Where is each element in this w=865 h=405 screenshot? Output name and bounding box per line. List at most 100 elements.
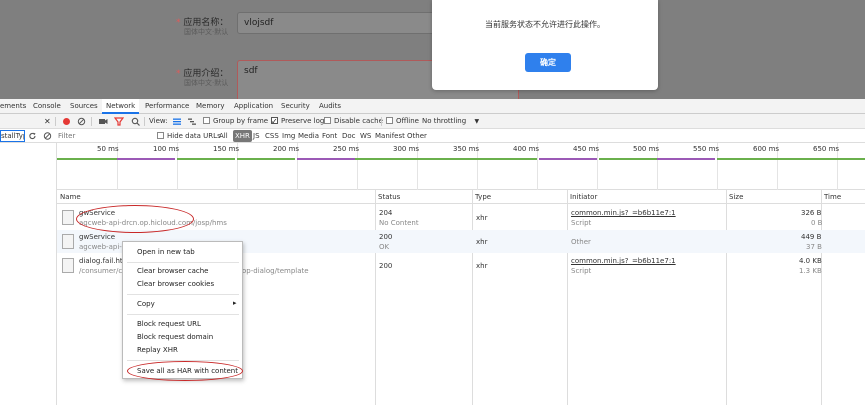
block-icon[interactable] [43,129,52,143]
disable-cache-checkbox[interactable]: Disable cache [324,114,383,129]
tab-sources[interactable]: Sources [70,99,98,114]
table-row[interactable]: gwService agcweb-api-drcn.op.hicloud.com… [57,206,865,229]
tab-network[interactable]: Network [102,99,140,114]
app-name-input[interactable]: vlojsdf [237,12,437,34]
menu-separator [127,314,239,315]
column-header-type[interactable]: Type [472,190,570,204]
request-initiator-type: Script [571,219,592,227]
column-header-time[interactable]: Time [821,190,865,204]
request-path-tail: op-dialog/template [242,267,309,275]
tab-performance[interactable]: Performance [145,99,189,114]
dropdown-arrow-icon: ▼ [474,118,480,125]
tab-memory[interactable]: Memory [196,99,224,114]
throttling-select[interactable]: No throttling ▼ [422,114,479,129]
overview-tick: 650 ms [813,145,840,153]
filter-type-all[interactable]: All [219,129,228,143]
timeline-bar [237,158,295,160]
timeline-bar [539,158,597,160]
column-header-name[interactable]: Name [57,190,377,204]
app-background: * 应用名称： 国体中文·默认 vlojsdf * 应用介绍： 国体中文·默认 … [0,0,865,99]
submenu-arrow-icon: ▸ [233,299,237,307]
filter-type-doc[interactable]: Doc [342,129,356,143]
menu-item-clear-cache[interactable]: Clear browser cache [137,267,209,275]
request-type: xhr [476,262,488,270]
filter-type-manifest[interactable]: Manifest [375,129,405,143]
filter-type-img[interactable]: Img [282,129,295,143]
filter-type-font[interactable]: Font [322,129,337,143]
large-rows-icon[interactable] [172,114,182,129]
request-name: gwService [79,233,116,241]
checkbox-icon [386,117,393,124]
filter-type-css[interactable]: CSS [265,129,279,143]
request-status: 200 [379,233,393,241]
overview-tick: 550 ms [693,145,720,153]
filter-type-js[interactable]: JS [253,129,260,143]
network-filterbar: stallType Hide data URLs All XHR JS CSS … [0,129,865,143]
menu-item-open-new-tab[interactable]: Open in new tab [137,248,195,256]
file-icon [62,258,74,273]
overview-tick: 50 ms [97,145,119,153]
waterfall-icon[interactable] [187,114,197,129]
clear-icon[interactable] [77,114,86,129]
menu-item-block-url[interactable]: Block request URL [137,320,201,328]
filter-type-other[interactable]: Other [407,129,427,143]
request-initiator-type: Other [571,238,591,246]
overview-tick: 350 ms [453,145,480,153]
filter-type-media[interactable]: Media [298,129,319,143]
menu-item-block-domain[interactable]: Block request domain [137,333,213,341]
refresh-icon[interactable] [28,129,37,143]
network-overview[interactable]: 50 ms 100 ms 150 ms 200 ms 250 ms 300 ms… [57,143,865,190]
tab-security[interactable]: Security [281,99,310,114]
request-status-text: No Content [379,219,419,227]
hide-data-urls-checkbox[interactable]: Hide data URLs [157,129,221,143]
request-resource-size: 37 B [806,243,822,251]
column-header-initiator[interactable]: Initiator [567,190,729,204]
alert-dialog: 当前服务状态不允许进行此操作。 确定 [432,0,658,90]
timeline-bar [355,158,537,160]
context-menu: Open in new tab Clear browser cache Clea… [122,241,243,379]
filter-type-xhr[interactable]: XHR [233,130,252,142]
request-resource-size: 0 B [811,219,823,227]
preserve-log-checkbox[interactable]: Preserve log [271,114,324,129]
tab-console[interactable]: Console [33,99,61,114]
request-initiator-link[interactable]: common.min.js?_=b6b11e7:1 [571,257,676,265]
request-resource-size: 1.3 KB [799,267,822,275]
menu-item-replay-xhr[interactable]: Replay XHR [137,346,178,354]
request-type: xhr [476,238,488,246]
request-size: 326 B [801,209,822,217]
timeline-bar [57,158,117,160]
request-status: 204 [379,209,393,217]
menu-item-copy[interactable]: Copy [137,300,155,308]
console-filter-input[interactable]: stallType [0,130,25,142]
overview-tick: 100 ms [153,145,180,153]
tab-elements[interactable]: ements [0,99,26,114]
close-icon[interactable]: ✕ [44,114,51,129]
overview-tick: 250 ms [333,145,360,153]
menu-item-save-har[interactable]: Save all as HAR with content [137,367,238,375]
menu-item-clear-cookies[interactable]: Clear browser cookies [137,280,214,288]
overview-tick: 200 ms [273,145,300,153]
record-icon[interactable] [62,114,71,129]
timeline-bar [717,158,865,160]
timeline-bar [177,158,235,160]
dialog-ok-button[interactable]: 确定 [525,53,571,72]
overview-tick: 300 ms [393,145,420,153]
group-by-frame-checkbox[interactable]: Group by frame [203,114,268,129]
offline-checkbox[interactable]: Offline [386,114,419,129]
tab-audits[interactable]: Audits [319,99,341,114]
column-header-size[interactable]: Size [726,190,822,204]
filter-icon[interactable] [113,114,125,129]
filter-type-ws[interactable]: WS [360,129,371,143]
request-status-text: OK [379,243,390,251]
network-filter-input[interactable] [58,130,150,142]
left-panel [0,143,57,405]
column-header-status[interactable]: Status [375,190,473,204]
search-icon[interactable] [131,114,141,129]
app-intro-hint: 国体中文·默认 [184,79,229,87]
request-status: 200 [379,262,393,270]
tab-application[interactable]: Application [234,99,273,114]
camera-icon[interactable] [98,114,108,129]
toolbar-divider [381,117,382,126]
request-initiator-link[interactable]: common.min.js?_=b6b11e7:1 [571,209,676,217]
checkbox-checked-icon [271,114,278,129]
